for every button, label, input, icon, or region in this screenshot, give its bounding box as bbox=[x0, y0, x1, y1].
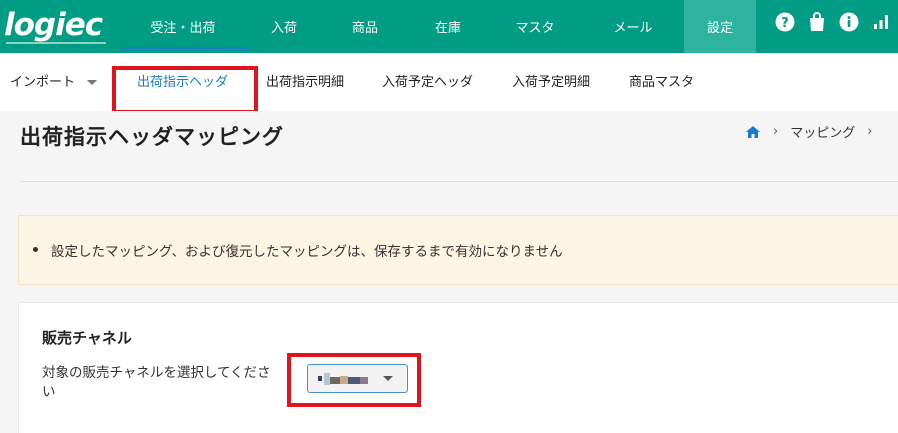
top-nav: logiec 受注・出荷 入荷 商品 在庫 マスタ メール 設定 ? bbox=[0, 0, 898, 53]
import-dropdown[interactable]: インポート bbox=[10, 71, 98, 90]
nav-item-orders[interactable]: 受注・出荷 bbox=[139, 0, 227, 53]
divider bbox=[20, 181, 898, 182]
help-icon[interactable]: ? bbox=[774, 11, 796, 33]
breadcrumb: › マッピング › bbox=[745, 122, 872, 141]
import-label: インポート bbox=[10, 75, 76, 90]
highlight-box-tab bbox=[112, 66, 258, 114]
nav-item-receiving[interactable]: 入荷 bbox=[243, 0, 325, 53]
channel-title: 販売チャネル bbox=[42, 329, 132, 347]
nav-item-inventory[interactable]: 在庫 bbox=[406, 0, 490, 53]
caret-down-icon bbox=[87, 80, 98, 85]
tab-shipping-detail[interactable]: 出荷指示明細 bbox=[266, 71, 344, 90]
home-icon[interactable] bbox=[745, 124, 761, 140]
nav-item-master[interactable]: マスタ bbox=[490, 0, 580, 53]
logo-text: logiec bbox=[4, 7, 103, 43]
tab-receiving-header[interactable]: 入荷予定ヘッダ bbox=[382, 71, 473, 90]
svg-text:?: ? bbox=[781, 16, 789, 31]
signal-icon[interactable] bbox=[870, 11, 892, 33]
breadcrumb-current: マッピング bbox=[790, 126, 856, 141]
shopping-bag-icon[interactable] bbox=[806, 11, 828, 33]
notice-text: 設定したマッピング、および復元したマッピングは、保存するまで有効になりません bbox=[33, 240, 563, 260]
nav-item-mail[interactable]: メール bbox=[590, 0, 676, 53]
info-icon[interactable] bbox=[838, 11, 860, 33]
page-title: 出荷指示ヘッダマッピング bbox=[20, 125, 284, 149]
notice-box: 設定したマッピング、および復元したマッピングは、保存するまで有効になりません bbox=[18, 215, 898, 285]
channel-label: 対象の販売チャネルを選択してください bbox=[42, 365, 271, 400]
tab-receiving-detail[interactable]: 入荷予定明細 bbox=[512, 71, 590, 90]
tab-product-master[interactable]: 商品マスタ bbox=[629, 71, 694, 90]
logo[interactable]: logiec bbox=[4, 6, 140, 46]
active-tab-indicator bbox=[121, 47, 249, 49]
chevron-right-icon: › bbox=[773, 124, 779, 139]
nav-item-settings[interactable]: 設定 bbox=[684, 0, 756, 53]
nav-item-products[interactable]: 商品 bbox=[324, 0, 406, 53]
chevron-right-icon: › bbox=[867, 124, 873, 139]
highlight-box-select bbox=[287, 353, 421, 407]
